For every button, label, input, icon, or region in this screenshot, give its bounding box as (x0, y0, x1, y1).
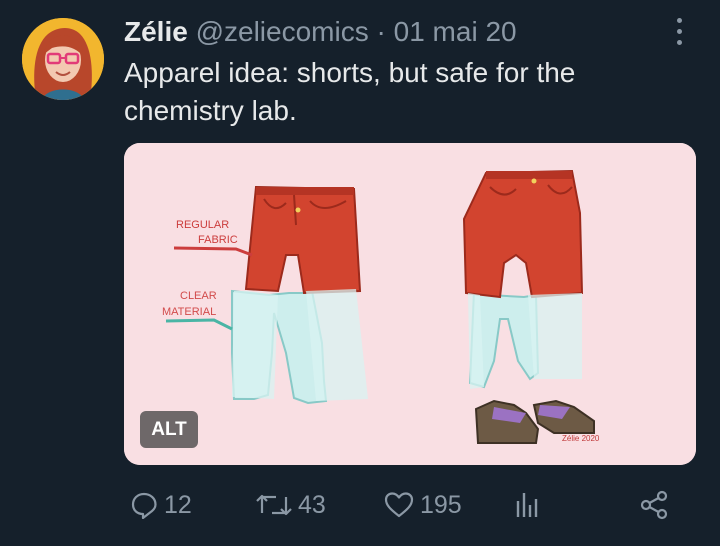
share-icon (640, 490, 668, 520)
tweet-date[interactable]: 01 mai 20 (394, 16, 517, 47)
label-clear: CLEAR (180, 290, 217, 302)
share-button[interactable] (638, 485, 670, 525)
views-icon (516, 493, 538, 517)
repost-button[interactable]: 43 (256, 485, 326, 525)
separator-dot: · (376, 16, 386, 47)
reply-button[interactable]: 12 (130, 485, 192, 525)
more-icon[interactable] (672, 18, 686, 50)
like-count: 195 (420, 490, 462, 519)
tweet-media[interactable]: REGULAR FABRIC CLEAR MATERIAL Zélie 2020… (124, 143, 696, 465)
views-button[interactable] (512, 485, 542, 525)
label-material: MATERIAL (162, 306, 216, 318)
avatar[interactable] (22, 18, 104, 100)
reply-icon (131, 492, 157, 519)
repost-icon (256, 494, 292, 516)
action-bar: 12 43 195 (124, 485, 684, 525)
user-handle[interactable]: @zeliecomics (196, 16, 369, 47)
shorts-illustration: REGULAR FABRIC CLEAR MATERIAL Zélie 2020 (124, 143, 696, 465)
tweet-header: Zélie @zeliecomics · 01 mai 20 (124, 14, 517, 50)
display-name[interactable]: Zélie (124, 16, 188, 47)
alt-badge[interactable]: ALT (140, 411, 198, 448)
reply-count: 12 (164, 490, 192, 519)
artist-signature: Zélie 2020 (562, 434, 600, 443)
repost-count: 43 (298, 490, 326, 519)
tweet-text: Apparel idea: shorts, but safe for the c… (124, 57, 576, 126)
label-fabric: FABRIC (198, 234, 238, 246)
avatar-image (22, 18, 104, 100)
label-regular: REGULAR (176, 219, 229, 231)
heart-icon (384, 492, 414, 518)
like-button[interactable]: 195 (384, 485, 462, 525)
left-garment (231, 185, 368, 405)
